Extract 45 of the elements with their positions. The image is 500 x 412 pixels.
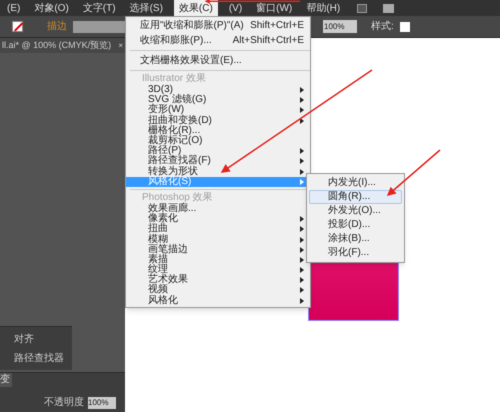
menu-item[interactable]: 转换为形状 [126, 166, 310, 177]
menu-bar-item[interactable]: 帮助(H) [301, 0, 346, 16]
submenu-item[interactable]: 投影(D)... [309, 218, 402, 232]
submenu-item[interactable]: 外发光(O)... [309, 204, 402, 218]
annotation-arrow [386, 149, 440, 196]
menu-item[interactable]: 路径查找器(F) [126, 156, 310, 166]
opacity-label: 不透明度 [44, 396, 84, 410]
menu-item[interactable]: 扭曲和变换(D) [126, 116, 310, 126]
menu-section-header: Photoshop 效果 [142, 192, 213, 203]
menu-item[interactable]: 收缩和膨胀(P)... Alt+Shift+Ctrl+E [126, 33, 310, 48]
style-label: 样式: [371, 20, 394, 34]
menu-item[interactable]: 风格化 [126, 296, 310, 306]
submenu-item[interactable]: 内发光(I)... [309, 176, 402, 190]
menu-bar-item[interactable]: 效果(C) [174, 0, 218, 16]
pathfinder-panel-tab[interactable]: 路径查找器 [14, 350, 68, 366]
menu-item[interactable]: 视频 [126, 285, 310, 296]
menu-section-header: Illustrator 效果 [142, 74, 206, 84]
opacity-field[interactable]: 100% [323, 20, 357, 33]
menu-item[interactable]: 素描 [126, 254, 310, 265]
menu-item[interactable]: 画笔描边 [126, 244, 310, 255]
submenu-item[interactable]: 圆角(R)... [309, 190, 402, 204]
submenu-item[interactable]: 羽化(F)... [309, 246, 402, 260]
opacity-field[interactable]: 100% [88, 396, 116, 408]
menu-item[interactable]: 应用"收缩和膨胀(P)"(A) Shift+Ctrl+E [126, 18, 310, 33]
menu-item[interactable]: 扭曲 [126, 224, 310, 234]
menu-item[interactable]: 文档栅格效果设置(E)... [126, 53, 310, 68]
menu-bar-item[interactable]: (V) [224, 0, 248, 16]
menu-bar-item[interactable]: 选择(S) [124, 0, 168, 16]
menu-bar-item[interactable]: 窗口(W) [251, 0, 298, 16]
panel-tab[interactable]: 变 [0, 373, 12, 387]
menu-bar-item[interactable]: (E) [2, 0, 26, 16]
submenu-item[interactable]: 涂抹(B)... [309, 232, 402, 246]
menu-item[interactable]: 裁剪标记(O) [126, 136, 310, 146]
document-tab[interactable]: ll.ai* @ 100% (CMYK/预览) × [0, 38, 125, 53]
close-icon[interactable]: × [118, 40, 123, 52]
menu-item[interactable]: 变形(W) [126, 105, 310, 116]
panel-layout-icon[interactable] [357, 4, 368, 12]
menu-bar-item[interactable]: 对象(O) [29, 0, 74, 16]
fill-swatch-icon[interactable] [12, 21, 23, 32]
menu-bar-item[interactable]: 文字(T) [78, 0, 121, 16]
workspace-icon[interactable] [383, 4, 394, 12]
menu-item[interactable]: 模糊 [126, 234, 310, 245]
style-swatch[interactable] [400, 22, 410, 32]
menu-item[interactable]: 栅格化(R)... [126, 126, 310, 136]
align-panel-tab[interactable]: 对齐 [14, 332, 68, 346]
